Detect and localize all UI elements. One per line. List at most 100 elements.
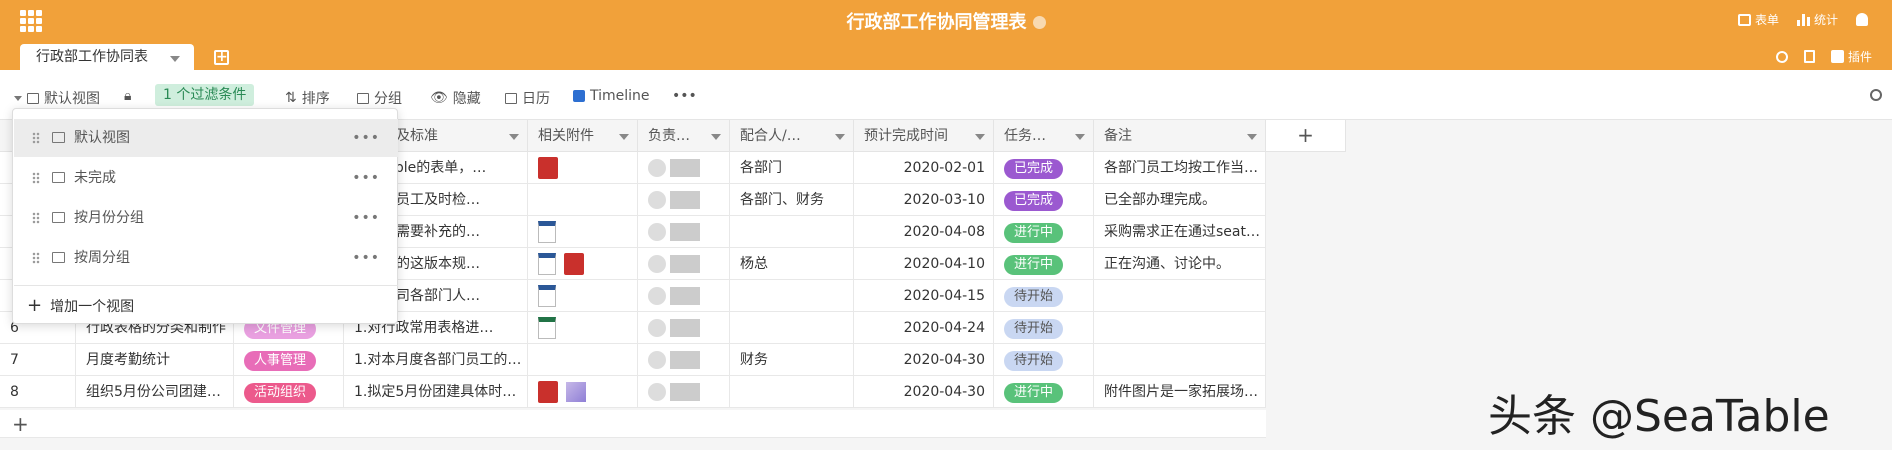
owner-cell[interactable]: [638, 344, 730, 376]
chevron-down-icon[interactable]: [1075, 134, 1085, 140]
status-cell[interactable]: 进行中: [994, 376, 1094, 408]
drag-handle-icon[interactable]: [32, 252, 40, 264]
view-item[interactable]: 未完成 •••: [14, 159, 398, 197]
attachment-cell[interactable]: [528, 280, 638, 312]
owner-cell[interactable]: [638, 248, 730, 280]
coop-cell[interactable]: 杨总: [730, 248, 854, 280]
owner-cell[interactable]: [638, 216, 730, 248]
task-cell[interactable]: 1.拟定5月份团建具体时…: [344, 376, 528, 408]
note-cell[interactable]: [1094, 312, 1266, 344]
note-cell[interactable]: [1094, 280, 1266, 312]
status-cell[interactable]: 待开始: [994, 312, 1094, 344]
view-item[interactable]: 默认视图 •••: [14, 119, 398, 157]
add-row-button[interactable]: +: [0, 410, 1266, 438]
drag-handle-icon[interactable]: [32, 132, 40, 144]
share-icon[interactable]: [1775, 50, 1788, 63]
owner-cell[interactable]: [638, 376, 730, 408]
lock-icon[interactable]: 🔒︎: [124, 88, 131, 104]
coop-cell[interactable]: [730, 280, 854, 312]
add-table-button[interactable]: +: [214, 50, 229, 65]
attachment-cell[interactable]: [528, 248, 638, 280]
status-cell[interactable]: 已完成: [994, 152, 1094, 184]
search-icon[interactable]: [1870, 89, 1882, 101]
drag-handle-icon[interactable]: [32, 172, 40, 184]
chevron-down-icon[interactable]: [975, 134, 985, 140]
note-cell[interactable]: [1094, 344, 1266, 376]
owner-cell[interactable]: [638, 280, 730, 312]
more-icon[interactable]: •••: [352, 119, 380, 157]
attachment-cell[interactable]: [528, 216, 638, 248]
form-button[interactable]: 表单: [1737, 11, 1779, 28]
xls-file-icon[interactable]: [538, 317, 556, 339]
chevron-down-icon[interactable]: [711, 134, 721, 140]
chevron-down-icon[interactable]: [1247, 134, 1257, 140]
coop-cell[interactable]: [730, 312, 854, 344]
calendar-button[interactable]: 日历: [505, 88, 550, 108]
note-cell[interactable]: 已全部办理完成。: [1094, 184, 1266, 216]
task-cell[interactable]: 1.对本月度各部门员工的…: [344, 344, 528, 376]
attachment-cell[interactable]: [528, 376, 638, 408]
column-header-status[interactable]: 任务…: [994, 120, 1094, 152]
date-cell[interactable]: 2020-04-30: [854, 344, 994, 376]
status-cell[interactable]: 已完成: [994, 184, 1094, 216]
pdf-file-icon[interactable]: [538, 157, 558, 179]
coop-cell[interactable]: 各部门: [730, 152, 854, 184]
column-header-coop[interactable]: 配合人/…: [730, 120, 854, 152]
name-cell[interactable]: 月度考勤统计: [76, 344, 234, 376]
date-cell[interactable]: 2020-04-30: [854, 376, 994, 408]
attachment-cell[interactable]: [528, 312, 638, 344]
pdf-file-icon[interactable]: [538, 381, 558, 403]
filter-button[interactable]: 1 个过滤条件: [155, 84, 255, 106]
attachment-cell[interactable]: [528, 184, 638, 216]
status-cell[interactable]: 进行中: [994, 248, 1094, 280]
column-header-note[interactable]: 备注: [1094, 120, 1266, 152]
coop-cell[interactable]: [730, 376, 854, 408]
info-icon[interactable]: [1032, 16, 1046, 29]
date-cell[interactable]: 2020-03-10: [854, 184, 994, 216]
status-cell[interactable]: 进行中: [994, 216, 1094, 248]
drag-handle-icon[interactable]: [32, 212, 40, 224]
owner-cell[interactable]: [638, 184, 730, 216]
coop-cell[interactable]: 各部门、财务: [730, 184, 854, 216]
doc-file-icon[interactable]: [538, 221, 556, 243]
status-cell[interactable]: 待开始: [994, 344, 1094, 376]
owner-cell[interactable]: [638, 312, 730, 344]
date-cell[interactable]: 2020-04-08: [854, 216, 994, 248]
add-column-button[interactable]: +: [1266, 120, 1346, 152]
date-cell[interactable]: 2020-04-24: [854, 312, 994, 344]
doc-file-icon[interactable]: [538, 285, 556, 307]
more-icon[interactable]: •••: [352, 159, 380, 197]
date-cell[interactable]: 2020-02-01: [854, 152, 994, 184]
pdf-file-icon[interactable]: [564, 253, 584, 275]
view-selector[interactable]: 默认视图: [14, 88, 100, 108]
coop-cell[interactable]: 财务: [730, 344, 854, 376]
chevron-down-icon[interactable]: [509, 134, 519, 140]
stats-button[interactable]: 统计: [1796, 11, 1838, 28]
date-cell[interactable]: 2020-04-15: [854, 280, 994, 312]
attachment-cell[interactable]: [528, 152, 638, 184]
view-item[interactable]: 按月份分组 •••: [14, 199, 398, 237]
more-button[interactable]: •••: [672, 88, 697, 104]
doc-file-icon[interactable]: [538, 253, 556, 275]
row-number-cell[interactable]: 7: [0, 344, 76, 376]
img-file-icon[interactable]: [566, 382, 586, 402]
chevron-down-icon[interactable]: [619, 134, 629, 140]
add-view-button[interactable]: + 增加一个视图: [27, 287, 134, 326]
column-header-attachments[interactable]: 相关附件: [528, 120, 638, 152]
hide-button[interactable]: 👁︎ 隐藏: [430, 88, 481, 108]
group-button[interactable]: 分组: [357, 88, 402, 108]
note-cell[interactable]: 各部门员工均按工作当…: [1094, 152, 1266, 184]
notification-button[interactable]: [1856, 13, 1868, 26]
tab-active[interactable]: 行政部工作协同表: [20, 44, 194, 70]
chevron-down-icon[interactable]: [835, 134, 845, 140]
more-icon[interactable]: •••: [352, 199, 380, 237]
document-icon[interactable]: [1803, 50, 1815, 63]
view-item[interactable]: 按周分组 •••: [14, 239, 398, 277]
status-cell[interactable]: 待开始: [994, 280, 1094, 312]
column-header-date[interactable]: 预计完成时间: [854, 120, 994, 152]
note-cell[interactable]: 正在沟通、讨论中。: [1094, 248, 1266, 280]
category-cell[interactable]: 活动组织: [234, 376, 344, 408]
chevron-down-icon[interactable]: [170, 56, 180, 62]
category-cell[interactable]: 人事管理: [234, 344, 344, 376]
date-cell[interactable]: 2020-04-10: [854, 248, 994, 280]
